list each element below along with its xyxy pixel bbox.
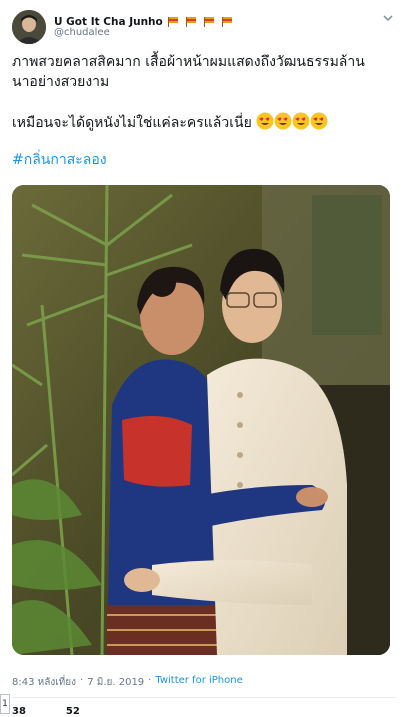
flag-emoji-icon xyxy=(167,17,178,27)
tweet-date[interactable]: 7 มิ.ย. 2019 xyxy=(87,675,144,690)
tweet-text: ภาพสวยคลาสสิคมาก เสื้อผ้าหน้าผมแสดงถึงวั… xyxy=(12,52,396,133)
hashtag-link[interactable]: #กลิ่นกาสะลอง xyxy=(12,149,107,171)
meta-separator: · xyxy=(148,675,152,686)
display-name[interactable]: U Got It Cha Junho xyxy=(54,16,163,28)
flag-emoji-group xyxy=(166,12,233,31)
heart-eyes-emoji-icon xyxy=(256,112,274,130)
tweet-card: U Got It Cha Junho @chudalee ภาพสวยคลาสส… xyxy=(0,0,408,717)
tweet-time[interactable]: 8:43 หลังเที่ยง xyxy=(12,675,76,690)
retweet-count[interactable]: 38 xyxy=(12,706,26,717)
tweet-metadata: 8:43 หลังเที่ยง · 7 มิ.ย. 2019 · Twitter… xyxy=(12,675,243,690)
tweet-source-link[interactable]: Twitter for iPhone xyxy=(155,675,242,690)
heart-eyes-emoji-icon xyxy=(274,112,292,130)
meta-separator: · xyxy=(80,675,84,686)
tweet-line-2: นาอย่างสวยงาม xyxy=(12,74,110,90)
tweet-line-3: เหมือนจะได้ดูหนังไม่ใช่แค่ละครแล้วเนี่ย xyxy=(12,115,252,131)
flag-emoji-icon xyxy=(222,17,233,27)
heart-eyes-emoji-group xyxy=(256,112,328,131)
user-handle[interactable]: @chudalee xyxy=(54,27,110,38)
flag-emoji-icon xyxy=(203,17,214,27)
divider xyxy=(12,697,396,698)
tweet-line-1: ภาพสวยคลาสสิคมาก เสื้อผ้าหน้าผมแสดงถึงวั… xyxy=(12,54,365,70)
engagement-counts: 38 52 xyxy=(12,706,80,717)
like-count[interactable]: 52 xyxy=(66,706,80,717)
photo-couple-image xyxy=(12,185,390,655)
page-indicator[interactable]: 1 xyxy=(0,694,10,714)
heart-eyes-emoji-icon xyxy=(310,112,328,130)
avatar[interactable] xyxy=(12,10,46,44)
flag-emoji-icon xyxy=(185,17,196,27)
heart-eyes-emoji-icon xyxy=(292,112,310,130)
tweet-photo[interactable] xyxy=(12,185,390,655)
chevron-down-icon[interactable] xyxy=(382,12,394,24)
